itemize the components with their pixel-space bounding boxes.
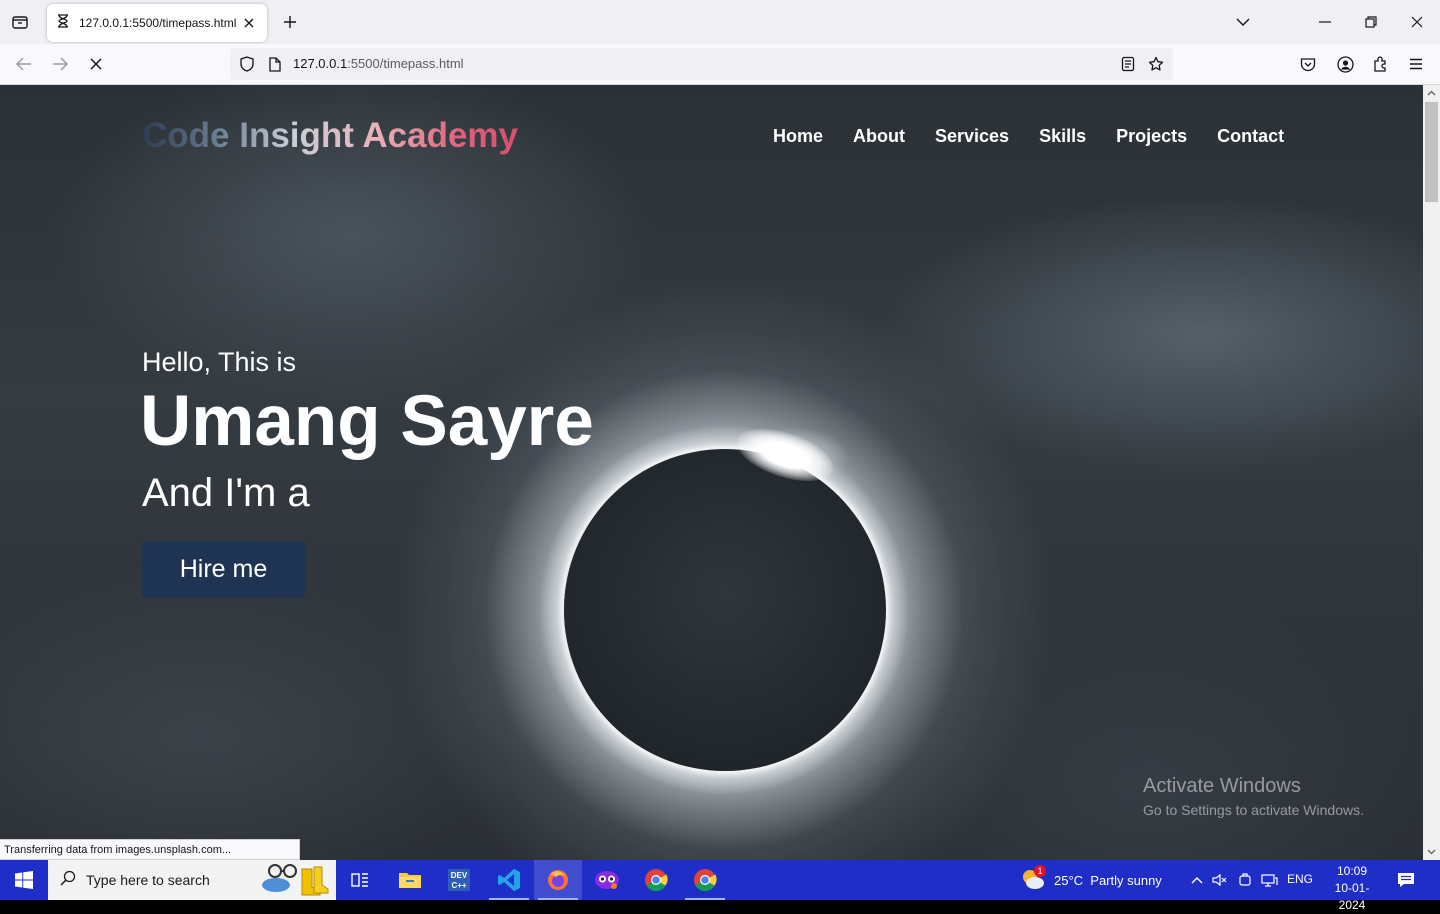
chrome-profile-icon[interactable] [681, 860, 729, 900]
weather-text: 25°C Partly sunny [1054, 872, 1162, 888]
minimize-icon[interactable] [1310, 8, 1340, 36]
hourglass-icon [57, 13, 69, 33]
nav-link-skills[interactable]: Skills [1039, 126, 1086, 147]
windows-start-icon[interactable] [0, 860, 48, 900]
weather-widget[interactable]: 1 25°C Partly sunny [1020, 860, 1162, 900]
svg-text:C++: C++ [451, 881, 466, 890]
reader-view-icon[interactable] [1118, 54, 1138, 74]
page-viewport: Code Insight Academy Home About Services… [0, 85, 1423, 860]
task-view-icon[interactable] [336, 860, 384, 900]
windows-taskbar: Type here to search DEV C++ 1 25°C Partly… [0, 860, 1440, 912]
shield-icon[interactable] [237, 54, 257, 74]
restore-icon[interactable] [1356, 8, 1386, 36]
system-clock[interactable]: 10:09 10-01-2024 [1322, 863, 1382, 914]
new-tab-icon[interactable] [278, 10, 302, 34]
forward-arrow-icon[interactable] [46, 50, 74, 78]
input-language[interactable]: ENG [1287, 872, 1313, 886]
hire-me-button[interactable]: Hire me [142, 541, 305, 598]
scroll-thumb[interactable] [1425, 102, 1438, 202]
file-explorer-icon[interactable] [386, 860, 434, 900]
weather-sun-cloud-icon: 1 [1020, 865, 1048, 892]
back-arrow-icon[interactable] [10, 50, 38, 78]
url-text[interactable]: 127.0.0.1:5500/timepass.html [293, 56, 464, 71]
hero-name: Umang Sayre [140, 382, 594, 461]
scroll-up-arrow-icon[interactable] [1423, 85, 1440, 101]
nav-link-about[interactable]: About [853, 126, 905, 147]
nav-link-services[interactable]: Services [935, 126, 1009, 147]
browser-tab[interactable]: 127.0.0.1:5500/timepass.html [47, 4, 267, 42]
url-host: 127.0.0.1 [293, 56, 348, 71]
clock-time: 10:09 [1336, 864, 1368, 878]
nav-link-contact[interactable]: Contact [1217, 126, 1284, 147]
url-path: :5500/timepass.html [347, 56, 464, 71]
notification-icon[interactable] [1394, 869, 1418, 891]
status-bar: Transferring data from images.unsplash.c… [0, 839, 300, 860]
tab-title: 127.0.0.1:5500/timepass.html [79, 16, 237, 30]
activate-windows-watermark: Activate Windows Go to Settings to activ… [1143, 775, 1364, 818]
clock-date: 10-01-2024 [1334, 881, 1370, 912]
tab-list-icon[interactable] [6, 8, 34, 36]
close-window-icon[interactable] [1402, 8, 1432, 36]
account-icon[interactable] [1331, 50, 1359, 78]
site-navigation: Home About Services Skills Projects Cont… [773, 126, 1284, 147]
chevron-down-icon[interactable] [1228, 8, 1258, 36]
browser-tab-bar: 127.0.0.1:5500/timepass.html [0, 0, 1440, 44]
activate-windows-title: Activate Windows [1143, 775, 1301, 797]
extensions-icon[interactable] [1367, 50, 1395, 78]
stop-loading-icon[interactable] [82, 50, 110, 78]
page-scrollbar[interactable] [1423, 85, 1440, 860]
scroll-down-arrow-icon[interactable] [1423, 844, 1440, 860]
nav-link-projects[interactable]: Projects [1116, 126, 1187, 147]
menu-hamburger-icon[interactable] [1402, 50, 1430, 78]
hero-role: And I'm a [142, 471, 310, 515]
search-icon [60, 870, 76, 891]
nav-link-home[interactable]: Home [773, 126, 823, 147]
eclipse-image [564, 449, 886, 771]
weather-badge: 1 [1034, 865, 1046, 877]
browser-toolbar: 127.0.0.1:5500/timepass.html [0, 44, 1440, 85]
svg-text:DEV: DEV [451, 871, 468, 880]
taskbar-search-box[interactable]: Type here to search [48, 860, 336, 900]
site-logo[interactable]: Code Insight Academy [142, 116, 518, 156]
network-icon[interactable] [1260, 871, 1278, 889]
dev-cpp-icon[interactable]: DEV C++ [435, 860, 483, 900]
pocket-icon[interactable] [1294, 50, 1322, 78]
firefox-icon[interactable] [534, 860, 582, 900]
meet-now-icon[interactable] [1236, 871, 1254, 889]
url-bar[interactable]: 127.0.0.1:5500/timepass.html [230, 48, 1173, 80]
chevron-up-icon[interactable] [1188, 871, 1206, 889]
media-app-icon[interactable] [583, 860, 631, 900]
search-placeholder: Type here to search [86, 872, 210, 888]
search-highlight-illustration-icon [260, 863, 330, 902]
hero-greeting: Hello, This is [142, 347, 297, 377]
activate-windows-subtitle: Go to Settings to activate Windows. [1143, 802, 1364, 818]
chrome-icon[interactable] [632, 860, 680, 900]
vscode-icon[interactable] [485, 860, 533, 900]
volume-muted-icon[interactable] [1211, 871, 1229, 889]
star-bookmark-icon[interactable] [1146, 54, 1166, 74]
page-icon[interactable] [265, 54, 285, 74]
close-tab-icon[interactable] [241, 15, 257, 31]
